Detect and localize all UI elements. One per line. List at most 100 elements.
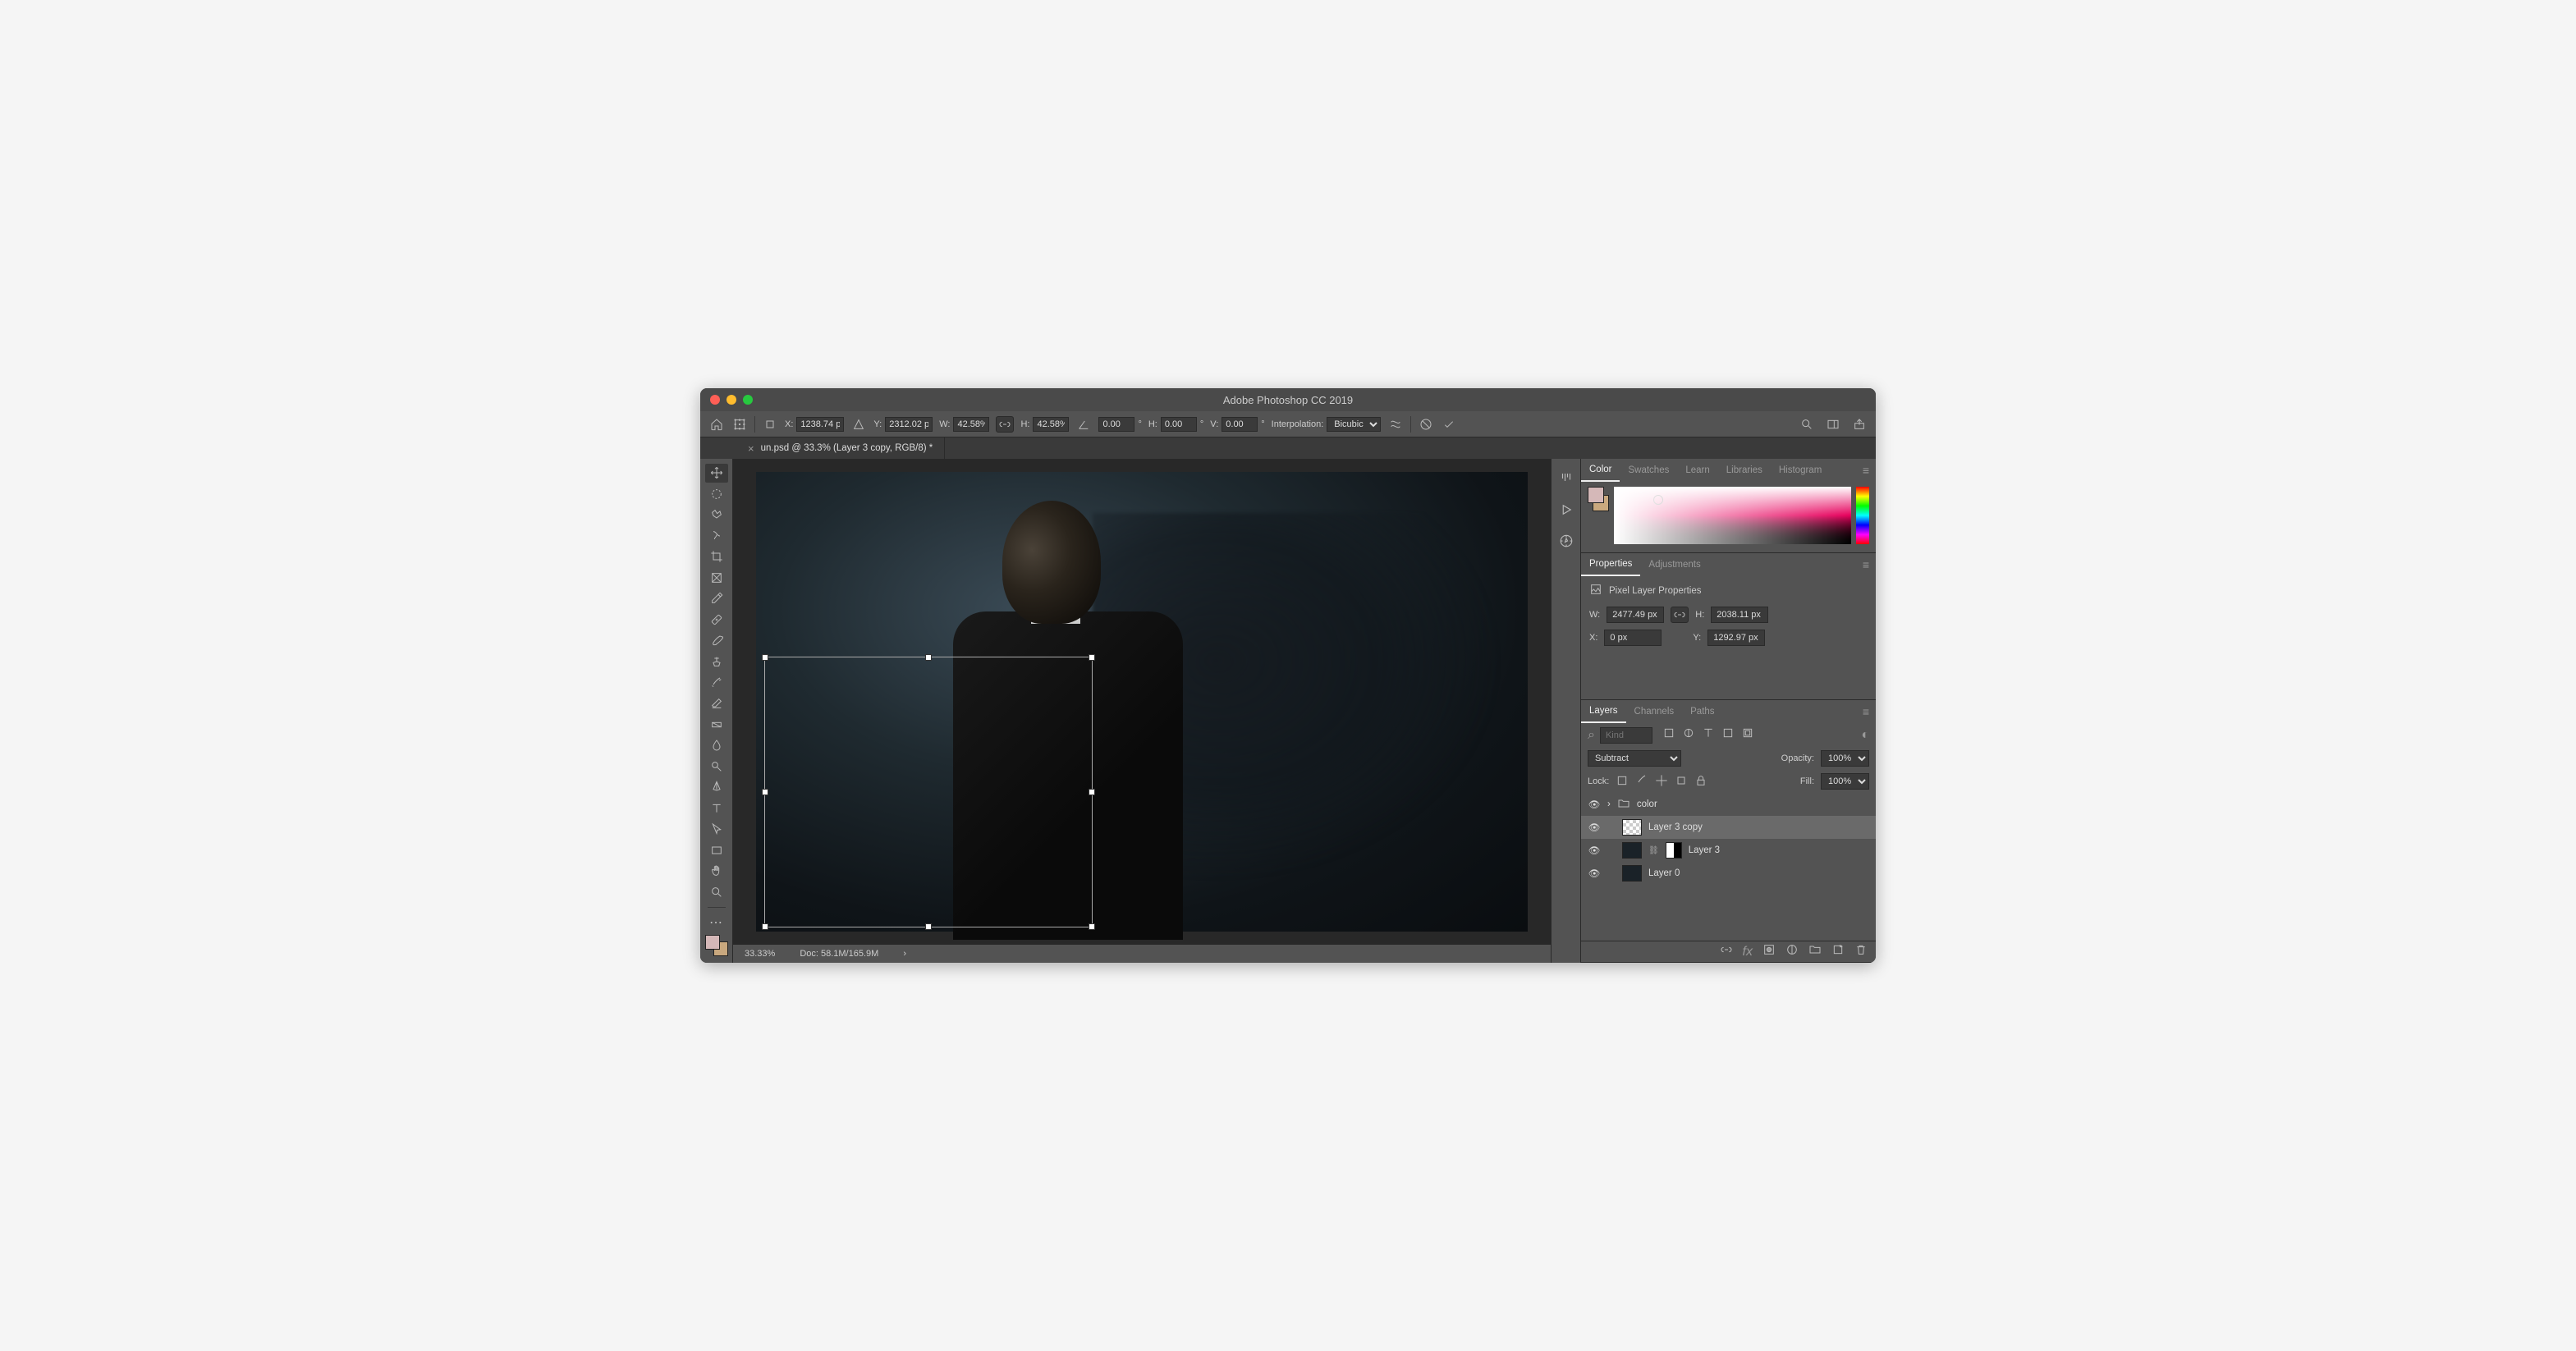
opacity-select[interactable]: 100%	[1821, 750, 1869, 767]
layer-style-icon[interactable]: fx	[1743, 945, 1753, 959]
cancel-transform-button[interactable]	[1418, 416, 1434, 433]
path-select-tool[interactable]	[705, 820, 728, 839]
visibility-toggle[interactable]: 👁	[1588, 868, 1601, 879]
document-canvas[interactable]	[756, 472, 1528, 932]
transform-handle-bm[interactable]	[925, 923, 932, 930]
zoom-window-button[interactable]	[743, 395, 753, 405]
filter-type-icon[interactable]	[1702, 726, 1715, 744]
add-mask-icon[interactable]	[1762, 943, 1776, 960]
layer-thumbnail[interactable]	[1622, 819, 1642, 836]
blur-tool[interactable]	[705, 736, 728, 755]
pen-tool[interactable]	[705, 778, 728, 797]
transform-handle-tr[interactable]	[1089, 654, 1095, 661]
tab-histogram[interactable]: Histogram	[1771, 459, 1830, 482]
new-layer-icon[interactable]	[1831, 943, 1845, 960]
healing-tool[interactable]	[705, 611, 728, 630]
color-swatches[interactable]	[705, 935, 728, 956]
filter-adjust-icon[interactable]	[1682, 726, 1695, 744]
brush-settings-panel-icon[interactable]	[1558, 470, 1574, 487]
layer-row[interactable]: 👁 Layer 0	[1581, 862, 1876, 885]
clone-stamp-tool[interactable]	[705, 653, 728, 671]
gradient-tool[interactable]	[705, 715, 728, 734]
zoom-readout[interactable]: 33.33%	[745, 949, 775, 959]
tab-channels[interactable]: Channels	[1626, 700, 1683, 723]
y-input[interactable]	[885, 417, 933, 432]
interpolation-select[interactable]: Bicubic	[1327, 417, 1381, 432]
reference-point-selector[interactable]	[731, 416, 748, 433]
transform-bounding-box[interactable]	[764, 657, 1093, 927]
delete-layer-icon[interactable]	[1854, 943, 1868, 960]
type-tool[interactable]	[705, 799, 728, 818]
crop-tool[interactable]	[705, 547, 728, 566]
prop-link-wh-button[interactable]	[1671, 607, 1689, 623]
layer-thumbnail[interactable]	[1622, 842, 1642, 859]
transform-handle-tm[interactable]	[925, 654, 932, 661]
minimize-window-button[interactable]	[727, 395, 736, 405]
workspace-button[interactable]	[1825, 416, 1841, 433]
document-tab[interactable]: × un.psd @ 33.3% (Layer 3 copy, RGB/8) *	[736, 437, 945, 459]
layers-panel-menu-icon[interactable]: ≡	[1863, 705, 1869, 718]
edit-toolbar-button[interactable]: ⋯	[705, 914, 728, 932]
tab-adjustments[interactable]: Adjustments	[1640, 553, 1708, 576]
transform-handle-br[interactable]	[1089, 923, 1095, 930]
layer-name[interactable]: Layer 3 copy	[1648, 822, 1703, 832]
height-input[interactable]	[1033, 417, 1069, 432]
color-panel-menu-icon[interactable]: ≡	[1863, 464, 1869, 477]
prop-width-input[interactable]	[1607, 607, 1664, 623]
layer-name[interactable]: Layer 0	[1648, 868, 1680, 878]
move-tool[interactable]	[705, 464, 728, 483]
tab-color[interactable]: Color	[1581, 459, 1620, 482]
new-group-icon[interactable]	[1808, 943, 1822, 960]
x-input[interactable]	[796, 417, 844, 432]
lock-pixels-icon[interactable]	[1635, 774, 1648, 790]
history-brush-tool[interactable]	[705, 673, 728, 692]
link-layers-icon[interactable]	[1720, 943, 1733, 960]
tab-properties[interactable]: Properties	[1581, 553, 1640, 576]
color-picker-field[interactable]	[1614, 487, 1851, 544]
layer-row-selected[interactable]: 👁 Layer 3 copy	[1581, 816, 1876, 839]
lock-transparency-icon[interactable]	[1616, 774, 1629, 790]
lock-artboard-icon[interactable]	[1675, 774, 1688, 790]
quick-select-tool[interactable]	[705, 527, 728, 546]
layer-filter-input[interactable]	[1600, 727, 1652, 744]
blend-mode-select[interactable]: Subtract	[1588, 750, 1681, 767]
layer-row[interactable]: 👁 ⛓ Layer 3	[1581, 839, 1876, 862]
link-wh-button[interactable]	[996, 416, 1014, 433]
share-button[interactable]	[1851, 416, 1868, 433]
filter-smart-icon[interactable]	[1741, 726, 1754, 744]
eraser-tool[interactable]	[705, 694, 728, 713]
search-button[interactable]	[1799, 416, 1815, 433]
navigator-panel-icon[interactable]	[1558, 533, 1574, 549]
tab-learn[interactable]: Learn	[1677, 459, 1717, 482]
zoom-tool[interactable]	[705, 883, 728, 902]
lock-position-icon[interactable]	[1655, 774, 1668, 790]
tab-libraries[interactable]: Libraries	[1718, 459, 1771, 482]
transform-handle-tl[interactable]	[762, 654, 768, 661]
layer-row-group[interactable]: 👁 › color	[1581, 793, 1876, 816]
filter-toggle[interactable]: ◐	[1861, 728, 1869, 743]
visibility-toggle[interactable]: 👁	[1588, 799, 1601, 810]
prop-height-input[interactable]	[1711, 607, 1768, 623]
fill-select[interactable]: 100%	[1821, 773, 1869, 790]
frame-tool[interactable]	[705, 569, 728, 588]
close-tab-icon[interactable]: ×	[748, 442, 754, 455]
width-input[interactable]	[953, 417, 989, 432]
color-picker-cursor[interactable]	[1653, 495, 1663, 505]
filter-pixel-icon[interactable]	[1662, 726, 1675, 744]
close-window-button[interactable]	[710, 395, 720, 405]
brush-tool[interactable]	[705, 631, 728, 650]
hskew-input[interactable]	[1161, 417, 1197, 432]
chevron-right-icon[interactable]: ›	[1607, 799, 1611, 809]
visibility-toggle[interactable]: 👁	[1588, 822, 1601, 833]
rectangle-tool[interactable]	[705, 841, 728, 860]
lock-all-icon[interactable]	[1694, 774, 1707, 790]
commit-transform-button[interactable]	[1441, 416, 1457, 433]
visibility-toggle[interactable]: 👁	[1588, 845, 1601, 856]
layer-name[interactable]: color	[1637, 799, 1657, 809]
filter-shape-icon[interactable]	[1721, 726, 1735, 744]
transform-handle-ml[interactable]	[762, 789, 768, 795]
doc-info-readout[interactable]: Doc: 58.1M/165.9M	[800, 949, 878, 959]
prop-x-input[interactable]	[1604, 630, 1662, 646]
marquee-tool[interactable]	[705, 485, 728, 504]
angle-input[interactable]	[1098, 417, 1134, 432]
